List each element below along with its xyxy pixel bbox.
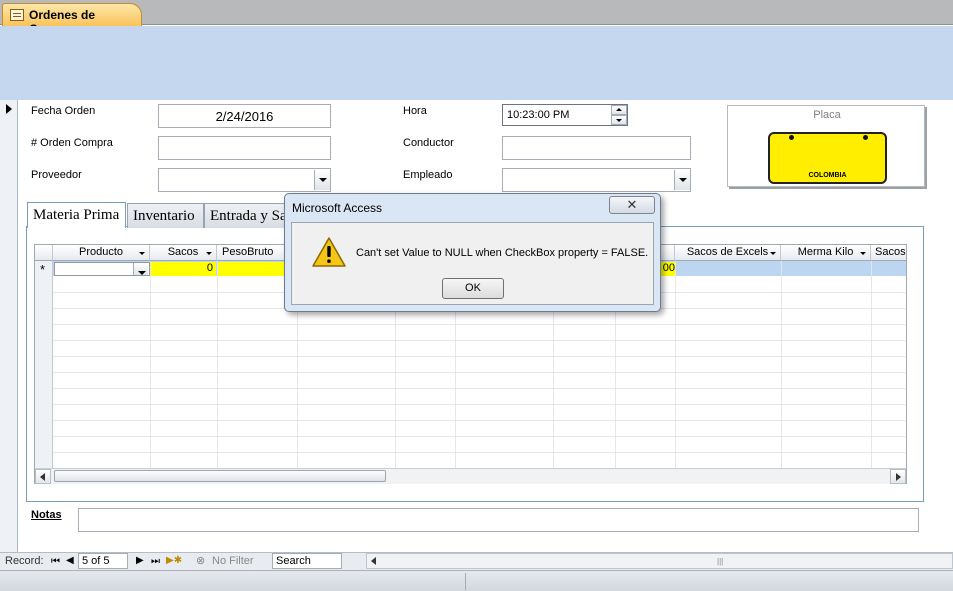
chevron-down-icon[interactable] <box>314 170 330 190</box>
grid-line <box>53 452 906 453</box>
fecha-orden-field[interactable]: 2/24/2016 <box>158 104 331 128</box>
first-record-icon[interactable]: ⏮ <box>51 556 60 567</box>
hora-spin-up-icon[interactable] <box>611 105 627 115</box>
empleado-combo[interactable] <box>502 168 691 192</box>
search-input[interactable]: Search <box>272 553 342 569</box>
sort-caret-icon <box>206 252 212 255</box>
document-tab-ordenes-de-compra[interactable]: Ordenes de Compra <box>2 3 142 36</box>
column-header-sacos-de-excels[interactable]: Sacos de Excels <box>675 245 781 261</box>
chevron-down-icon[interactable] <box>133 263 148 275</box>
scroll-right-icon[interactable] <box>890 469 906 484</box>
form-icon <box>10 9 24 21</box>
previous-record-icon[interactable]: ◀ <box>66 555 74 566</box>
record-selector[interactable] <box>0 100 18 552</box>
sacos-cell[interactable]: 0 <box>151 262 216 276</box>
document-tab-strip <box>0 0 953 25</box>
grid-line <box>53 404 906 405</box>
ok-button[interactable]: OK <box>442 278 504 299</box>
next-record-icon[interactable]: ▶ <box>136 555 144 566</box>
conductor-label: Conductor <box>403 137 454 149</box>
grid-line <box>53 340 906 341</box>
column-header-sacos[interactable]: Sacos <box>150 245 217 261</box>
empleado-label: Empleado <box>403 169 453 181</box>
form-header <box>0 26 953 100</box>
sort-caret-icon <box>139 252 145 255</box>
plate-hole <box>863 135 868 140</box>
scroll-left-icon[interactable] <box>371 557 376 565</box>
record-label: Record: <box>5 555 44 567</box>
new-record-marker: * <box>40 262 46 277</box>
last-record-icon[interactable]: ⏭ <box>151 556 160 567</box>
dialog-title: Microsoft Access <box>292 201 383 215</box>
hora-field[interactable]: 10:23:00 PM <box>502 104 628 126</box>
chevron-down-icon[interactable] <box>674 170 690 190</box>
select-all-corner[interactable] <box>35 245 53 261</box>
no-filter-button[interactable]: No Filter <box>212 555 254 567</box>
grid-line <box>53 372 906 373</box>
grid-line <box>53 388 906 389</box>
dialog-body: Can't set Value to NULL when CheckBox pr… <box>291 222 654 305</box>
filter-icon: ⊗ <box>196 555 206 567</box>
grid-line <box>53 420 906 421</box>
grid-line <box>150 261 151 469</box>
grid-line <box>781 261 782 469</box>
grid-line <box>871 261 872 469</box>
close-icon[interactable]: ✕ <box>609 196 655 214</box>
column-header-merma-kilo[interactable]: Merma Kilo <box>781 245 871 261</box>
scroll-left-icon[interactable] <box>35 469 51 484</box>
proveedor-combo[interactable] <box>158 168 331 192</box>
error-dialog: Microsoft Access ✕ Can't set Value to NU… <box>284 193 661 312</box>
status-divider <box>465 573 466 590</box>
tab-entrada-y-salida[interactable]: Entrada y Salida <box>204 203 286 228</box>
notas-label: Notas <box>31 509 62 521</box>
plate-hole <box>789 135 794 140</box>
placa-label: Placa <box>813 109 841 121</box>
form-horizontal-scrollbar[interactable]: ||| <box>366 553 953 569</box>
plate-country-text: COLOMBIA <box>808 172 847 179</box>
notas-field[interactable] <box>78 508 919 532</box>
column-header-sacos-2[interactable]: Sacos <box>871 245 906 261</box>
new-record-icon[interactable]: ▶✱ <box>166 555 182 566</box>
row-selector-column[interactable] <box>35 261 53 469</box>
scrollbar-thumb[interactable] <box>54 470 386 482</box>
arrow-right-glyph <box>896 473 901 481</box>
proveedor-label: Proveedor <box>31 169 82 181</box>
sort-caret-icon <box>860 252 866 255</box>
producto-combo[interactable] <box>54 262 150 276</box>
orden-compra-field[interactable] <box>158 136 331 160</box>
grid-line <box>53 436 906 437</box>
current-record-field[interactable]: 5 of 5 <box>78 553 128 569</box>
grid-line <box>675 261 676 469</box>
access-window: Ordenes de Compra Fecha Orden 2/24/2016 … <box>0 0 953 591</box>
column-header-producto[interactable]: Producto <box>53 245 150 261</box>
license-plate-image: COLOMBIA <box>768 132 887 184</box>
dialog-message: Can't set Value to NULL when CheckBox pr… <box>356 247 649 259</box>
sort-caret-icon <box>770 252 776 255</box>
hora-label: Hora <box>403 105 427 117</box>
tab-inventario[interactable]: Inventario <box>127 203 204 228</box>
fecha-orden-label: Fecha Orden <box>31 105 96 117</box>
orden-compra-label: # Orden Compra <box>31 137 113 149</box>
scrollbar-grip-icon: ||| <box>717 557 724 566</box>
conductor-field[interactable] <box>502 136 691 160</box>
hora-spin-down-icon[interactable] <box>611 115 627 125</box>
current-record-arrow-icon <box>6 104 12 114</box>
status-bar <box>0 570 953 591</box>
grid-line <box>53 356 906 357</box>
arrow-left-glyph <box>40 473 45 481</box>
grid-line <box>53 324 906 325</box>
warning-icon <box>312 237 346 267</box>
tab-materia-prima[interactable]: Materia Prima <box>27 202 126 228</box>
grid-line <box>217 261 218 469</box>
